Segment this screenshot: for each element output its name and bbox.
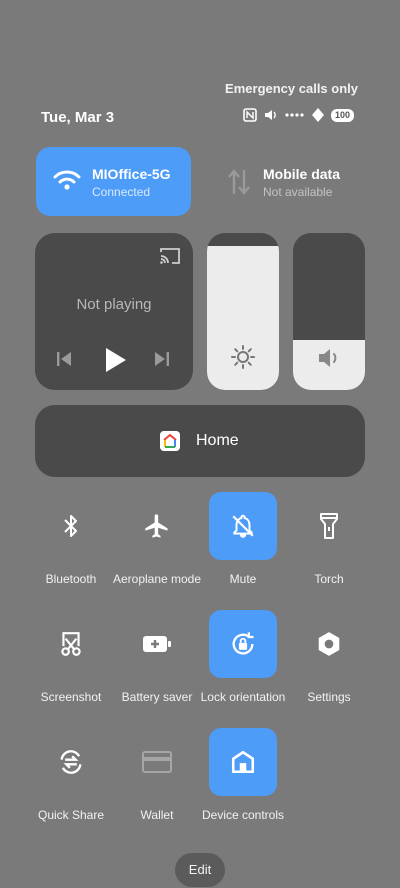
bluetooth-button[interactable] [37,492,105,560]
media-player-tile[interactable]: Not playing [35,233,193,390]
location-icon [311,108,324,122]
tile-label: Torch [314,572,344,586]
tile-label: Screenshot [40,690,102,704]
wifi-network-name: MIOffice-5G [92,166,171,182]
date-text: Tue, Mar 3 [41,109,115,126]
aeroplane-mode-button[interactable] [123,492,191,560]
battery-saver-button[interactable] [123,610,191,678]
tile-aeroplane-mode[interactable]: Aeroplane mode [112,492,202,586]
airplane-icon [145,514,168,538]
gear-icon [318,632,340,656]
status-icons: 100 [243,108,354,122]
tile-wallet[interactable]: Wallet [112,728,202,822]
mobile-data-title: Mobile data [263,166,341,182]
quick-share-button[interactable] [37,728,105,796]
tile-label: Mute [229,572,257,586]
mobile-data-icon [228,169,250,195]
home-icon [231,750,255,774]
torch-button[interactable] [295,492,363,560]
rotation-lock-icon [232,632,254,655]
tile-bluetooth[interactable]: Bluetooth [26,492,116,586]
device-controls-button[interactable] [209,728,277,796]
brightness-slider[interactable] [207,233,279,390]
wifi-icon [53,170,81,190]
lock-orientation-button[interactable] [209,610,277,678]
tile-torch[interactable]: Torch [284,492,374,586]
edit-button[interactable]: Edit [175,853,225,887]
tile-label: Wallet [140,808,174,822]
google-home-icon [160,431,180,451]
tile-battery-saver[interactable]: Battery saver [112,610,202,704]
tile-label: Quick Share [37,808,105,822]
tile-label: Settings [307,690,351,704]
play-icon[interactable] [103,347,127,373]
mute-button[interactable] [209,492,277,560]
mobile-data-tile[interactable]: Mobile data Not available [205,147,365,216]
flashlight-icon [320,513,338,539]
no-signal-icon [285,113,304,117]
tile-label: Battery saver [121,690,193,704]
wifi-status: Connected [92,185,151,199]
tile-lock-orientation[interactable]: Lock orientation [198,610,288,704]
previous-track-icon[interactable] [55,350,73,368]
volume-icon [319,349,337,367]
bluetooth-icon [64,515,77,537]
tile-label: Aeroplane mode [112,572,202,586]
scissors-icon [61,632,81,656]
tile-label: Device controls [201,808,285,822]
settings-button[interactable] [295,610,363,678]
battery-plus-icon [143,636,171,652]
tile-screenshot[interactable]: Screenshot [26,610,116,704]
bell-off-icon [232,514,254,538]
wallet-button[interactable] [123,728,191,796]
volume-slider[interactable] [293,233,365,390]
tile-quick-share[interactable]: Quick Share [26,728,116,822]
wallet-icon [142,751,172,773]
tile-mute[interactable]: Mute [198,492,288,586]
home-label: Home [196,432,239,449]
battery-indicator: 100 [330,108,354,122]
mobile-data-status: Not available [263,185,333,199]
nfc-icon [243,108,257,122]
cast-icon[interactable] [159,247,181,265]
quick-share-icon [60,750,82,774]
next-track-icon[interactable] [153,350,171,368]
tile-label: Lock orientation [200,690,286,704]
tile-label: Bluetooth [45,572,97,586]
media-status-text: Not playing [76,296,152,313]
tile-settings[interactable]: Settings [284,610,374,704]
tile-device-controls[interactable]: Device controls [198,728,288,822]
screenshot-button[interactable] [37,610,105,678]
home-tile[interactable]: Home [35,405,365,477]
sound-icon [264,110,276,120]
emergency-calls-text: Emergency calls only [225,81,358,96]
brightness-icon [231,345,255,369]
wifi-tile[interactable]: MIOffice-5G Connected [36,147,191,216]
